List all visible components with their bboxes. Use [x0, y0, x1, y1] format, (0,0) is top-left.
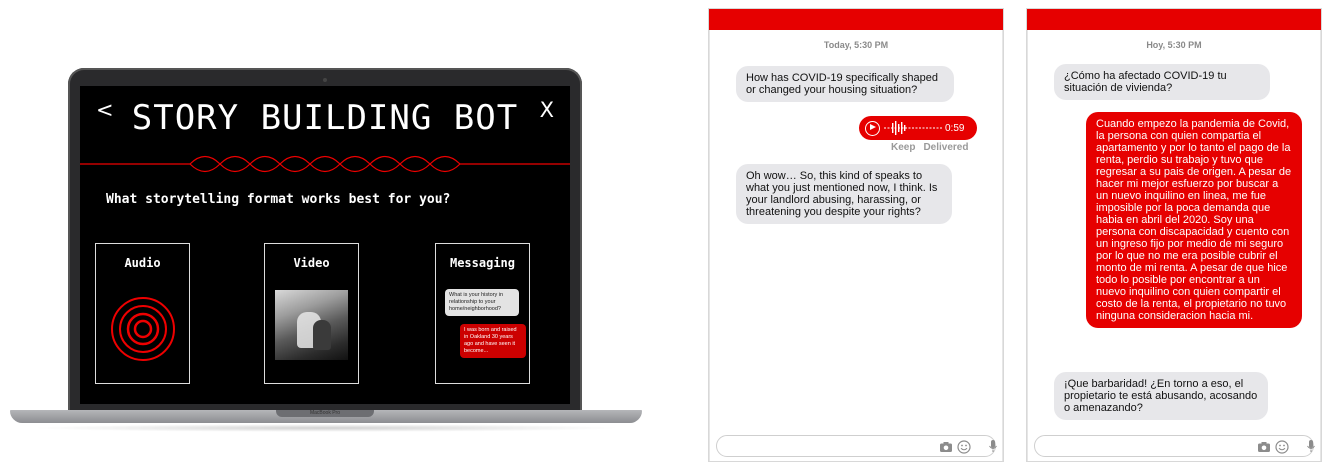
emoji-icon[interactable]	[1275, 440, 1289, 454]
chat-window-spanish: Hoy, 5:30 PM ¿Cómo ha afectado COVID-19 …	[1026, 8, 1322, 462]
microphone-icon[interactable]	[986, 439, 1000, 453]
video-thumbnail	[275, 290, 348, 360]
bot-message: Oh wow… So, this kind of speaks to what …	[736, 164, 952, 224]
bot-message: How has COVID-19 specifically shaped or …	[736, 66, 954, 102]
video-format-card[interactable]: Video	[264, 243, 359, 384]
microphone-icon[interactable]	[1304, 439, 1318, 453]
chat-body: Today, 5:30 PM How has COVID-19 specific…	[709, 30, 1003, 461]
message-input[interactable]	[725, 438, 935, 454]
wave-divider	[80, 155, 570, 173]
laptop-mockup: < STORY BUILDING BOT X What storytelling…	[0, 0, 660, 462]
audio-status: Keep Delivered	[891, 142, 968, 153]
camera-icon[interactable]	[1257, 440, 1271, 454]
camera-icon[interactable]	[939, 440, 953, 454]
card-label-messaging: Messaging	[449, 256, 516, 270]
bot-message: ¿Cómo ha afectado COVID-19 tu situación …	[1054, 64, 1270, 100]
card-label-audio: Audio	[124, 256, 161, 270]
audio-rings-icon	[111, 297, 175, 361]
emoji-icon[interactable]	[957, 440, 971, 454]
play-icon[interactable]	[865, 120, 880, 136]
message-input-bar	[1034, 435, 1314, 457]
chat-header-bar	[709, 9, 1003, 30]
messaging-format-card[interactable]: Messaging What is your history in relati…	[435, 243, 530, 384]
chat-timestamp: Hoy, 5:30 PM	[1146, 40, 1202, 50]
audio-format-card[interactable]: Audio	[95, 243, 190, 384]
keep-link[interactable]: Keep	[891, 142, 915, 153]
waveform-icon	[884, 121, 942, 135]
format-question: What storytelling format works best for …	[106, 192, 451, 207]
card-label-video: Video	[293, 256, 330, 270]
preview-answer-bubble: I was born and raised in Oakland 30 year…	[460, 324, 526, 358]
delivered-status: Delivered	[923, 142, 969, 153]
app-title: STORY BUILDING BOT	[131, 98, 519, 138]
laptop-screen: < STORY BUILDING BOT X What storytelling…	[80, 86, 570, 404]
audio-duration: 0:59	[945, 122, 965, 134]
user-message: Cuando empezo la pandemia de Covid, la p…	[1086, 112, 1302, 328]
chat-body: Hoy, 5:30 PM ¿Cómo ha afectado COVID-19 …	[1027, 30, 1321, 461]
chat-timestamp: Today, 5:30 PM	[823, 40, 889, 50]
bot-message: ¡Que barbaridad! ¿En torno a eso, el pro…	[1054, 372, 1268, 420]
message-input-bar	[716, 435, 996, 457]
laptop-shadow	[30, 424, 622, 432]
chat-window-english: Today, 5:30 PM How has COVID-19 specific…	[708, 8, 1004, 462]
preview-question-bubble: What is your history in relationship to …	[445, 289, 519, 316]
audio-message-bubble[interactable]: 0:59	[859, 116, 977, 140]
close-button[interactable]: X	[540, 98, 554, 122]
message-input[interactable]	[1043, 438, 1253, 454]
chat-header-bar	[1027, 9, 1321, 30]
laptop-brand-label: MacBook Pro	[276, 410, 374, 417]
camera-dot	[323, 78, 327, 82]
